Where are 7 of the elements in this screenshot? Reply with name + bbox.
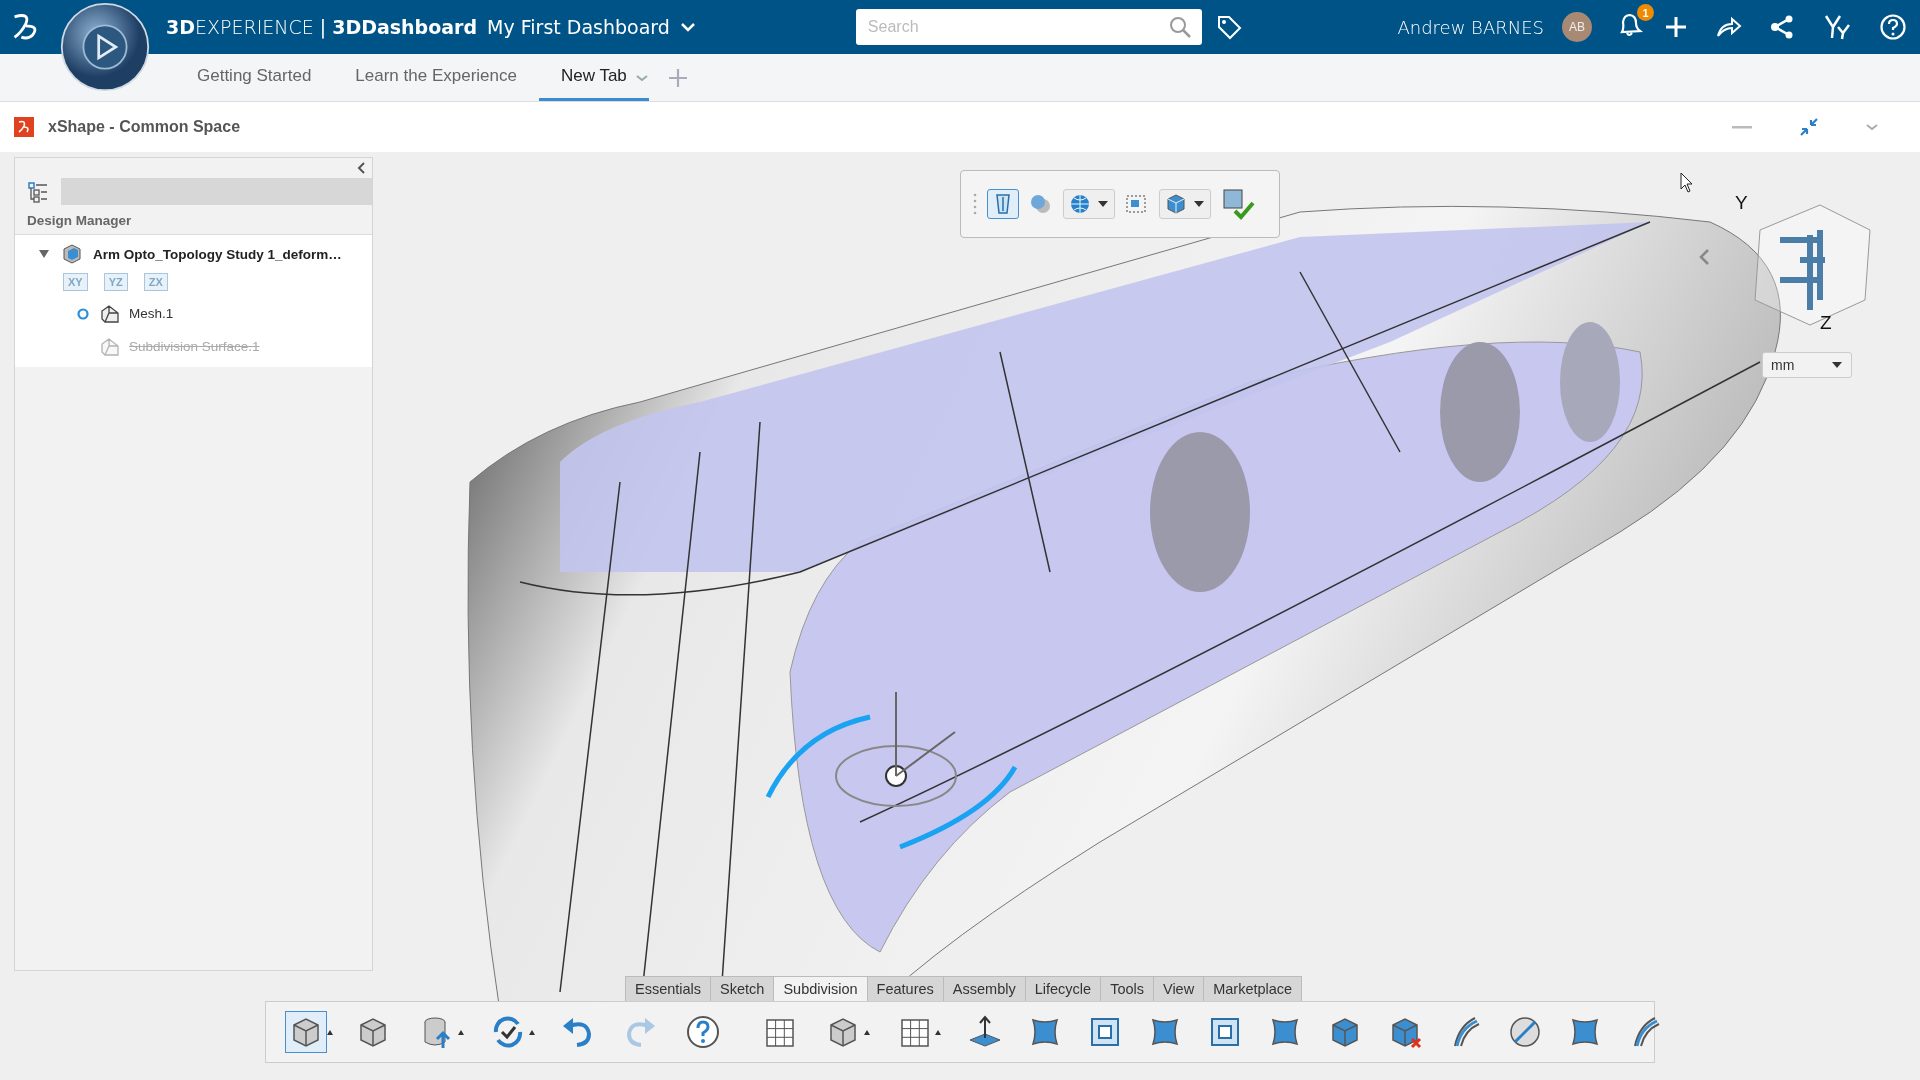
app-name: 3DDashboard	[332, 16, 478, 38]
axis-label: Z	[1820, 312, 1832, 334]
brand-separator: |	[319, 16, 327, 38]
axis-label: Y	[1735, 192, 1748, 214]
notification-badge: 1	[1637, 4, 1654, 21]
app-title: xShape - Common Space	[48, 118, 241, 136]
brand-name: 3DEXPERIENCE	[166, 16, 314, 38]
